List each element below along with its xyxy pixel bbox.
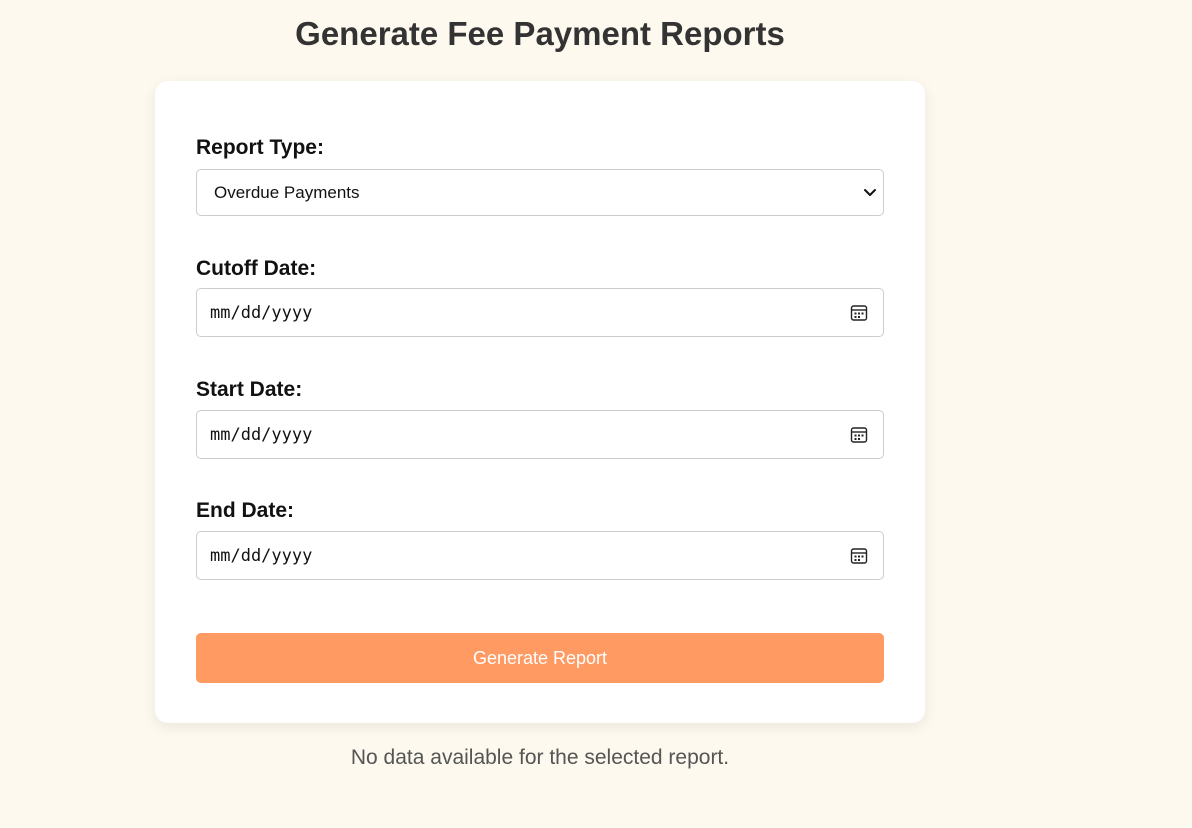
generate-report-button[interactable]: Generate Report [196, 633, 884, 683]
report-type-label: Report Type: [196, 136, 324, 159]
page-title: Generate Fee Payment Reports [295, 15, 785, 52]
report-type-selected-value: Overdue Payments [214, 183, 360, 202]
chevron-down-icon [864, 189, 876, 196]
start-date-label: Start Date: [196, 378, 303, 401]
calendar-icon[interactable] [850, 426, 868, 444]
end-date-input[interactable]: mm/dd/yyyy [196, 531, 884, 580]
end-date-placeholder: mm/dd/yyyy [210, 546, 313, 566]
cutoff-date-input[interactable]: mm/dd/yyyy [196, 288, 884, 337]
report-form-card: Report Type: Overdue Payments Cutoff Dat… [155, 81, 925, 723]
start-date-placeholder: mm/dd/yyyy [210, 425, 313, 445]
start-date-input[interactable]: mm/dd/yyyy [196, 410, 884, 459]
end-date-label: End Date: [196, 499, 295, 522]
calendar-icon[interactable] [850, 547, 868, 565]
cutoff-date-placeholder: mm/dd/yyyy [210, 303, 313, 323]
report-type-select[interactable]: Overdue Payments [196, 169, 884, 216]
cutoff-date-label: Cutoff Date: [196, 257, 317, 280]
calendar-icon[interactable] [850, 304, 868, 322]
status-message: No data available for the selected repor… [350, 746, 730, 769]
